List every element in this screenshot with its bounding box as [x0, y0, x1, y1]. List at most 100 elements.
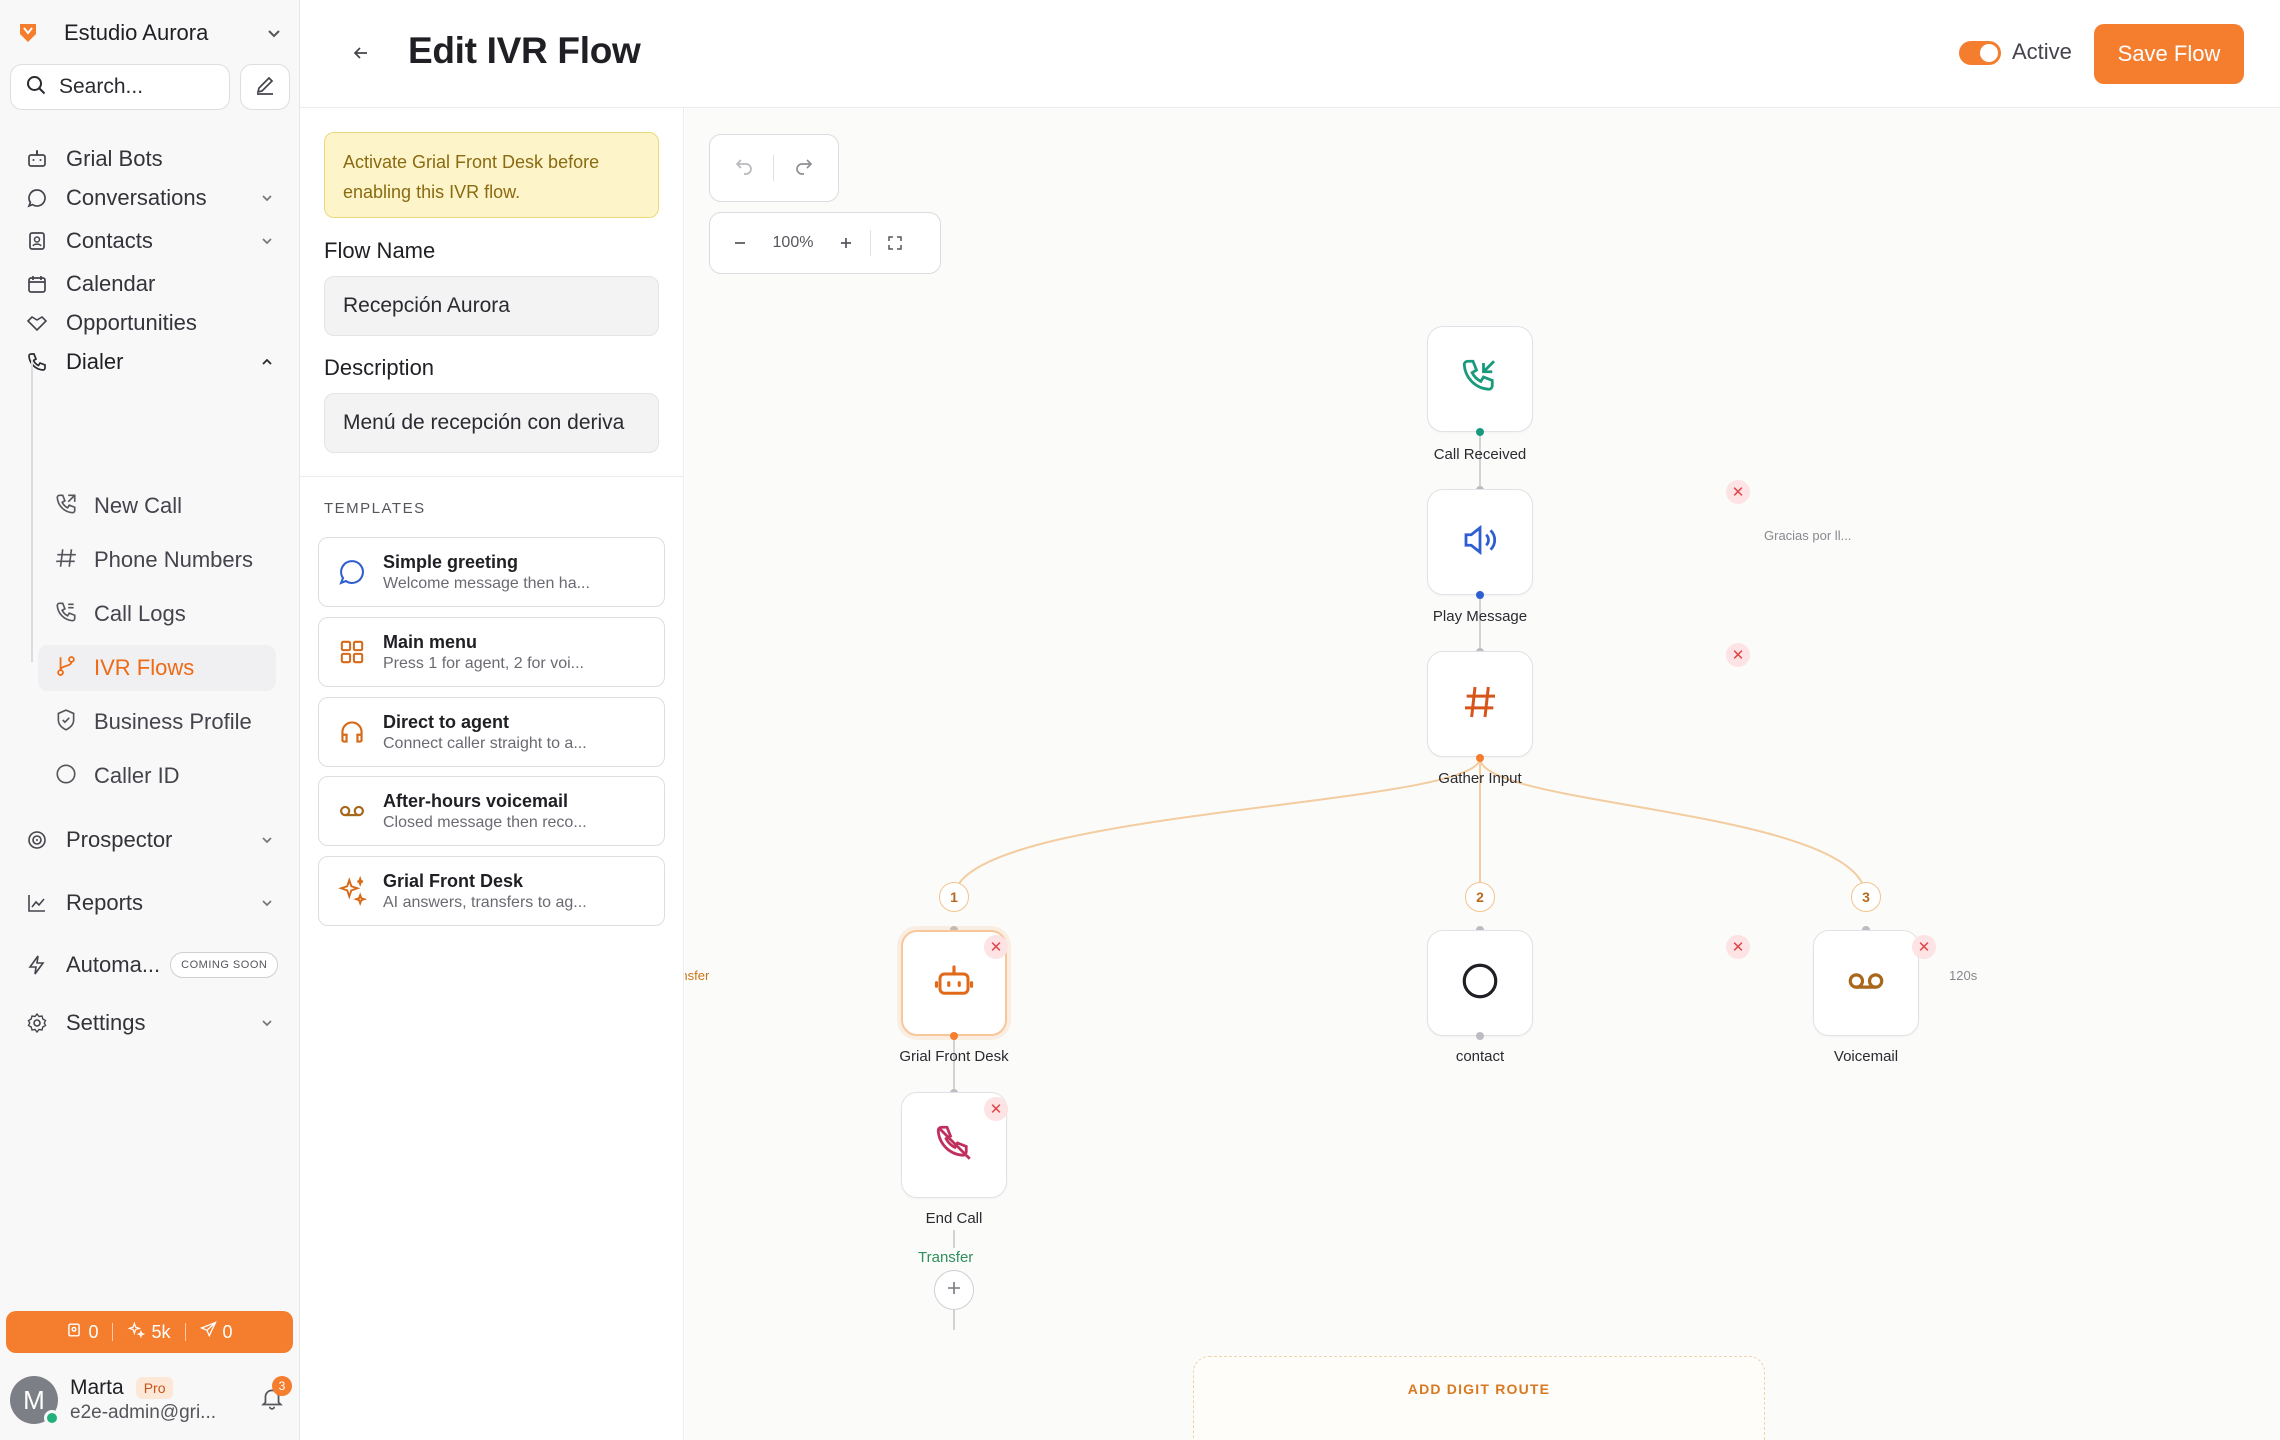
user-name: Marta	[70, 1376, 124, 1399]
chevron-down-icon	[256, 1012, 278, 1034]
delete-node-button[interactable]: ✕	[984, 1097, 1008, 1121]
save-flow-button[interactable]: Save Flow	[2094, 24, 2244, 84]
template-grial-front-desk[interactable]: Grial Front Desk AI answers, transfers to…	[318, 856, 665, 926]
nav-item-ivr-flows[interactable]: IVR Flows	[38, 645, 276, 691]
lightning-icon	[24, 952, 50, 978]
grid-icon	[335, 635, 369, 669]
nav-item-conversations[interactable]: Conversations	[10, 174, 290, 222]
delete-node-button[interactable]: ✕	[1912, 935, 1936, 959]
warning-banner: Activate Grial Front Desk before enablin…	[324, 132, 659, 218]
template-main-menu[interactable]: Main menu Press 1 for agent, 2 for voi...	[318, 617, 665, 687]
page-title: Edit IVR Flow	[408, 30, 641, 71]
nav-item-settings[interactable]: Settings	[10, 999, 290, 1047]
node-contact[interactable]	[1427, 930, 1533, 1036]
route-digit-badge[interactable]: 2	[1465, 882, 1495, 912]
user-profile[interactable]: M Marta Pro e2e-admin@gri... 3	[10, 1372, 292, 1428]
credit-ai-value: 5k	[151, 1321, 171, 1342]
node-label: Call Received	[1433, 446, 1527, 463]
node-label: Voicemail	[1833, 1048, 1899, 1065]
nav-item-automations[interactable]: Automa... COMING SOON	[10, 941, 290, 989]
template-after-hours-voicemail[interactable]: After-hours voicemail Closed message then…	[318, 776, 665, 846]
output-port[interactable]	[1476, 591, 1484, 599]
flow-name-input[interactable]: Recepción Aurora	[324, 276, 659, 336]
template-simple-greeting[interactable]: Simple greeting Welcome message then ha..…	[318, 537, 665, 607]
credits-bar[interactable]: 0 5k 0	[6, 1311, 293, 1353]
nav-item-reports[interactable]: Reports	[10, 879, 290, 927]
node-call-received[interactable]	[1427, 326, 1533, 432]
nav-item-prospector[interactable]: Prospector	[10, 816, 290, 864]
chevron-up-icon	[256, 351, 278, 373]
credit-contacts: 0	[52, 1322, 112, 1343]
divider	[300, 476, 684, 477]
template-subtitle: AI answers, transfers to ag...	[383, 893, 587, 911]
nav-label: Grial Bots	[66, 146, 163, 171]
phone-outgoing-icon	[54, 492, 78, 521]
fit-view-button[interactable]	[877, 225, 913, 261]
shield-check-icon	[54, 708, 78, 737]
search-input[interactable]: Search...	[10, 64, 230, 110]
message-preview: Gracias por ll...	[1764, 528, 1852, 543]
nav-item-business-profile[interactable]: Business Profile	[38, 699, 276, 745]
zoom-controls: 100%	[709, 212, 941, 274]
voicemail-icon	[1845, 960, 1887, 1007]
nav-item-contacts[interactable]: Contacts	[10, 217, 290, 265]
avatar[interactable]: M	[10, 1376, 60, 1426]
delete-node-button[interactable]: ✕	[984, 935, 1008, 959]
flow-canvas[interactable]: 100% Call Received ✕ Play Message Gracia…	[685, 108, 2280, 1440]
brand-logo-icon	[14, 19, 42, 47]
gear-icon	[24, 1010, 50, 1036]
nav-label: Opportunities	[66, 310, 197, 335]
line-chart-icon	[24, 890, 50, 916]
nav-item-phone-numbers[interactable]: Phone Numbers	[38, 537, 276, 583]
chevron-down-icon	[256, 892, 278, 914]
zoom-out-button[interactable]	[722, 225, 758, 261]
radar-icon	[24, 827, 50, 853]
nav-item-new-call[interactable]: New Call	[38, 483, 276, 529]
send-icon	[199, 1321, 217, 1343]
template-title: Simple greeting	[383, 551, 519, 572]
undo-button[interactable]	[733, 155, 755, 182]
add-digit-route-panel[interactable]: ADD DIGIT ROUTE	[1193, 1356, 1765, 1440]
node-voicemail[interactable]	[1813, 930, 1919, 1036]
zoom-level: 100%	[772, 234, 814, 251]
delete-node-button[interactable]: ✕	[1726, 935, 1750, 959]
compose-button[interactable]	[240, 64, 290, 110]
flow-settings-panel: Activate Grial Front Desk before enablin…	[300, 108, 684, 1440]
avatar-initial: M	[23, 1384, 45, 1415]
add-node-button[interactable]	[934, 1270, 974, 1310]
online-status-dot	[44, 1410, 60, 1426]
back-button[interactable]	[346, 40, 376, 70]
node-label: End Call	[925, 1210, 983, 1227]
active-toggle[interactable]	[1959, 41, 2001, 65]
output-port[interactable]	[1476, 754, 1484, 762]
circle-icon	[54, 762, 78, 791]
contact-card-icon	[66, 1322, 82, 1343]
bot-icon	[933, 960, 975, 1007]
delete-node-button[interactable]: ✕	[1726, 643, 1750, 667]
output-port[interactable]	[1476, 1032, 1484, 1040]
sidebar: Estudio Aurora Search... Grial Bots Conv…	[0, 0, 300, 1440]
delete-node-button[interactable]: ✕	[1726, 480, 1750, 504]
zoom-in-button[interactable]	[828, 225, 864, 261]
voicemail-icon	[335, 794, 369, 828]
nav-item-caller-id[interactable]: Caller ID	[38, 753, 276, 799]
node-label: Grial Front Desk	[899, 1048, 1009, 1065]
user-email: e2e-admin@gri...	[70, 1402, 217, 1423]
nav-item-call-logs[interactable]: Call Logs	[38, 591, 276, 637]
redo-button[interactable]	[793, 155, 815, 182]
route-digit-badge[interactable]: 1	[939, 882, 969, 912]
workspace-switcher[interactable]: Estudio Aurora	[14, 14, 286, 52]
description-input[interactable]: Menú de recepción con deriva	[324, 393, 659, 453]
nav-item-dialer[interactable]: Dialer	[10, 338, 290, 386]
description-label: Description	[324, 355, 435, 380]
credit-sends-value: 0	[222, 1321, 233, 1342]
template-direct-to-agent[interactable]: Direct to agent Connect caller straight t…	[318, 697, 665, 767]
notifications-button[interactable]: 3	[254, 1376, 292, 1418]
route-digit-badge[interactable]: 3	[1851, 882, 1881, 912]
node-gather-input[interactable]	[1427, 651, 1533, 757]
output-port[interactable]	[950, 1032, 958, 1040]
node-play-message[interactable]	[1427, 489, 1533, 595]
headset-icon	[335, 715, 369, 749]
output-port[interactable]	[1476, 428, 1484, 436]
hash-icon	[54, 546, 78, 575]
